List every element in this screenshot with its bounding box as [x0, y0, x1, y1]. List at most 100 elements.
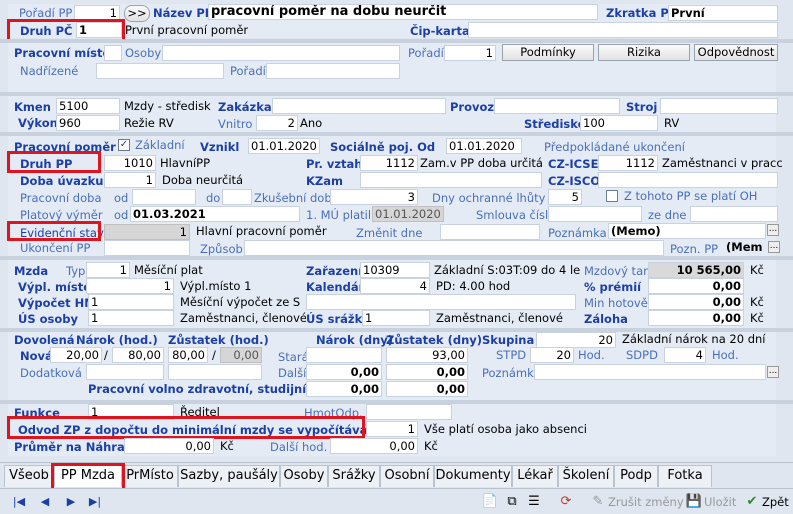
stara-zust-dny-field[interactable]: 93,00 — [386, 347, 468, 363]
zpet-button[interactable]: Zpět — [762, 495, 789, 510]
first-record-icon[interactable]: |◀ — [10, 493, 28, 511]
zkratka-pp-field[interactable]: První — [668, 5, 778, 21]
hmot-field[interactable] — [366, 404, 452, 420]
poznamka-pp-field[interactable]: (Memo) — [608, 223, 766, 239]
socialne-field[interactable]: 01.01.2020 — [446, 138, 522, 154]
dalsi-hod-field[interactable]: 0,00 — [330, 438, 418, 454]
druh-pp-field[interactable]: 1010 — [104, 155, 156, 171]
zakladni-checkbox[interactable]: ✓ — [118, 139, 130, 151]
poradi2-field[interactable] — [266, 63, 400, 79]
stredisko-field[interactable]: 100 — [580, 115, 658, 131]
tarif-field[interactable]: 10 565,00 — [648, 262, 744, 278]
zmenit-field[interactable] — [440, 224, 540, 240]
pr-vztah-field[interactable]: 1112 — [360, 155, 418, 171]
tab-pp-mzda[interactable]: PP Mzda — [54, 465, 122, 487]
kmen-field[interactable]: 5100 — [56, 98, 120, 114]
vypl-misto-field[interactable]: 1 — [86, 278, 174, 294]
pracovni-misto-field[interactable] — [104, 45, 122, 61]
ukonceni-field[interactable] — [104, 240, 190, 256]
vypocet-extra-field[interactable] — [306, 294, 576, 310]
stara-narok-field[interactable] — [306, 347, 382, 363]
pracovni-doba-do-field[interactable] — [222, 189, 252, 205]
dov-poznamka-field[interactable] — [534, 364, 766, 380]
pozn-pp-field[interactable]: (Mem — [724, 240, 768, 256]
ze-dne-field[interactable] — [690, 206, 778, 222]
osoby-field[interactable] — [162, 45, 400, 61]
tab-dokumenty[interactable]: Dokumenty — [434, 465, 512, 487]
dodatkova-zust-field[interactable] — [168, 364, 262, 380]
zakazka-field[interactable] — [272, 98, 446, 114]
nova-narok-b-field[interactable]: 80,00 — [112, 347, 164, 363]
pozn-pp-dropdown[interactable]: ... — [768, 241, 780, 253]
dalsi-zust-field[interactable]: 0,00 — [386, 364, 468, 380]
tab-sazby[interactable]: Sazby, paušály — [178, 465, 280, 487]
tab-fotka[interactable]: Fotka — [658, 465, 712, 487]
us-osoby-field[interactable]: 1 — [88, 310, 174, 326]
zrusit-button[interactable]: Zrušit změny — [608, 495, 684, 510]
save-icon[interactable]: 💾 — [684, 493, 704, 511]
prev-record-icon[interactable]: ◀ — [36, 493, 54, 511]
nova-narok-a-field[interactable]: 20,00 — [50, 347, 102, 363]
cip-karta-field[interactable] — [468, 22, 778, 38]
refresh-icon[interactable]: ⟳ — [556, 493, 576, 511]
prumer-field[interactable]: 0,00 — [124, 438, 214, 454]
zarazeni-field[interactable]: 10309 — [360, 262, 430, 278]
tab-osoby[interactable]: Osoby — [280, 465, 328, 487]
tab-skoleni[interactable]: Školení — [558, 465, 614, 487]
zaloha-field[interactable]: 0,00 — [648, 310, 744, 326]
tab-lekar[interactable]: Lékař — [512, 465, 558, 487]
volno-narok-field[interactable]: 0,00 — [306, 381, 382, 397]
cz-isco-field[interactable] — [598, 172, 778, 188]
stroj-field[interactable] — [660, 98, 778, 114]
volno-zust-field[interactable]: 0,00 — [386, 381, 468, 397]
doba-uvazku-field[interactable]: 1 — [104, 172, 156, 188]
min-hotove-field[interactable]: 0,00 — [648, 294, 744, 310]
vznikl-field[interactable]: 01.01.2020 — [248, 138, 320, 154]
cancel-icon[interactable]: ✎ — [588, 493, 608, 511]
pracovni-doba-od-field[interactable] — [132, 189, 196, 205]
zpusob-field[interactable] — [244, 240, 664, 256]
nazev-pp-field[interactable]: pracovní poměr na dobu neurčit — [208, 4, 598, 20]
goto-button[interactable]: >> — [124, 5, 150, 22]
kalendar-field[interactable]: 4 — [360, 278, 430, 294]
funkce-field[interactable]: 1 — [88, 404, 174, 420]
dny-ochranne-field[interactable]: 5 — [548, 189, 582, 205]
z-tohoto-checkbox[interactable] — [606, 190, 618, 202]
premii-field[interactable]: 0,00 — [648, 278, 744, 294]
nadrizene-field[interactable] — [96, 63, 224, 79]
last-record-icon[interactable]: ▶| — [86, 493, 104, 511]
poradi-pp-field[interactable]: 1 — [74, 5, 120, 21]
tab-prmisto[interactable]: PrMísto — [122, 465, 178, 487]
new-document-icon[interactable]: 📄 — [480, 493, 500, 511]
rizika-button[interactable]: Rizika — [598, 44, 690, 61]
dalsi-narok-field[interactable]: 0,00 — [306, 364, 382, 380]
zkusebni-field[interactable]: 3 — [330, 189, 418, 205]
nova-zust-a-field[interactable]: 80,00 — [168, 347, 208, 363]
dodatkova-narok-field[interactable] — [86, 364, 164, 380]
poznamka-pp-dropdown[interactable]: ... — [767, 224, 779, 236]
poradi-field[interactable]: 1 — [444, 45, 496, 61]
sdpd-field[interactable]: 4 — [664, 347, 706, 363]
tab-osobni[interactable]: Osobní — [380, 465, 434, 487]
list-icon[interactable]: ☰ — [524, 493, 544, 511]
stpd-field[interactable]: 20 — [530, 347, 574, 363]
tab-podp[interactable]: Podp — [614, 465, 658, 487]
dov-poznamka-dropdown[interactable]: ... — [767, 366, 779, 378]
odvod-field[interactable]: 1 — [366, 421, 418, 437]
tab-srazky[interactable]: Srážky — [328, 465, 380, 487]
copy-icon[interactable]: ⧉ — [502, 493, 522, 511]
odpovednost-button[interactable]: Odpovědnost — [694, 44, 778, 61]
back-icon[interactable]: ✔ — [742, 493, 762, 511]
skupina-field[interactable]: 20 — [536, 332, 616, 348]
vnitro-field[interactable]: 2 — [256, 115, 298, 131]
provoz-field[interactable] — [494, 98, 620, 114]
vypocet-field[interactable]: 1 — [88, 294, 174, 310]
podminky-button[interactable]: Podmínky — [502, 44, 594, 61]
platovy-field[interactable]: 01.03.2021 — [130, 206, 300, 222]
ulozit-button[interactable]: Uložit — [704, 495, 736, 510]
cz-icse-field[interactable]: 1112 — [598, 155, 658, 171]
kzam-field[interactable] — [360, 172, 542, 188]
smlouva-field[interactable] — [548, 206, 642, 222]
typ-field[interactable]: 1 — [86, 262, 130, 278]
druh-pc-field[interactable]: 1 — [76, 22, 122, 38]
